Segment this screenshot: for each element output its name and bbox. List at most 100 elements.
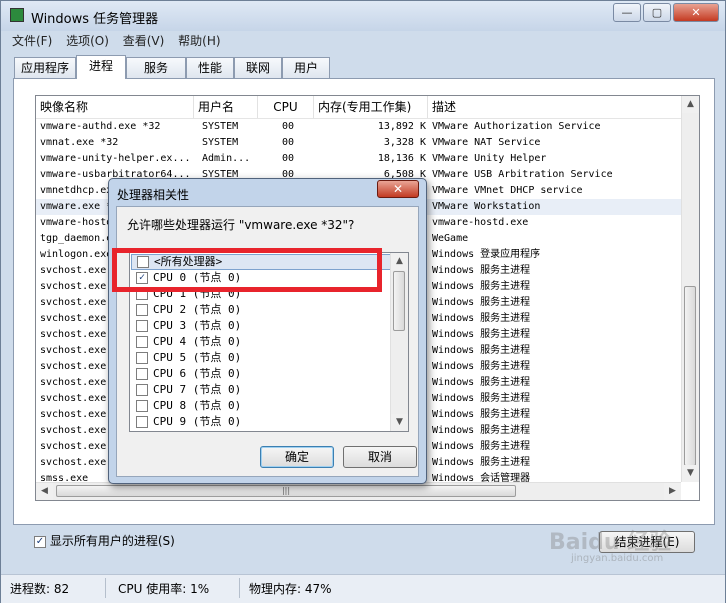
processor-item[interactable]: CPU 5 (节点 0)	[136, 350, 241, 366]
cell-description: VMware USB Arbitration Service	[432, 169, 613, 180]
cell-description: VMware VMnet DHCP service	[432, 185, 583, 196]
tab-users[interactable]: 用户	[282, 57, 330, 78]
red-highlight-box	[112, 248, 382, 292]
minimize-button[interactable]: —	[613, 3, 641, 22]
processor-item[interactable]: CPU 3 (节点 0)	[136, 318, 241, 334]
column-description[interactable]: 描述	[428, 96, 681, 118]
scroll-down-icon[interactable]: ▼	[391, 414, 408, 431]
cell-user-name: Admin...	[202, 153, 251, 164]
checkbox-unchecked-icon[interactable]	[136, 384, 148, 396]
tab-processes[interactable]: 进程	[76, 55, 126, 79]
processor-list-scrollbar[interactable]: ▲ ▼	[390, 253, 408, 431]
cell-description: Windows 服务主进程	[432, 281, 531, 292]
cancel-button[interactable]: 取消	[343, 446, 417, 468]
task-manager-icon	[10, 8, 24, 22]
table-row[interactable]: vmware-unity-helper.ex... Admin... 00 18,13…	[36, 151, 681, 167]
cell-memory: 3,328 K	[383, 137, 426, 148]
scroll-right-icon[interactable]: ▶	[664, 483, 681, 500]
processor-label: CPU 6 (节点 0)	[153, 367, 242, 380]
show-all-users-label: 显示所有用户的进程(S)	[49, 534, 175, 548]
cell-description: Windows 服务主进程	[432, 409, 531, 420]
menu-options[interactable]: 选项(O)	[61, 31, 114, 50]
cell-description: Windows 服务主进程	[432, 345, 531, 356]
vertical-scroll-thumb[interactable]	[684, 286, 696, 466]
processor-label: CPU 7 (节点 0)	[153, 383, 242, 396]
processor-item[interactable]: CPU 9 (节点 0)	[136, 414, 241, 430]
show-all-users-checkbox[interactable]: ✓ 显示所有用户的进程(S)	[34, 532, 175, 549]
cell-image-name: vmware-unity-helper.ex...	[40, 153, 190, 164]
processor-label: CPU 5 (节点 0)	[153, 351, 242, 364]
column-user-name[interactable]: 用户名	[194, 96, 258, 118]
processor-item[interactable]: CPU 6 (节点 0)	[136, 366, 241, 382]
processor-label: CPU 9 (节点 0)	[153, 415, 242, 428]
checkbox-unchecked-icon[interactable]	[136, 368, 148, 380]
cell-user-name: SYSTEM	[202, 121, 239, 132]
process-list-header: 映像名称 用户名 CPU 内存(专用工作集) 描述	[36, 96, 699, 119]
table-row[interactable]: vmnat.exe *32 SYSTEM 00 3,328 K VMware NAT S…	[36, 135, 681, 151]
cell-description: Windows 服务主进程	[432, 313, 531, 324]
cell-description: VMware Workstation	[432, 201, 541, 212]
processor-item[interactable]: CPU 7 (节点 0)	[136, 382, 241, 398]
baidu-watermark: Baidu 经验	[549, 524, 671, 556]
menu-file[interactable]: 文件(F)	[7, 31, 57, 50]
column-image-name[interactable]: 映像名称	[36, 96, 194, 118]
process-list-vertical-scrollbar[interactable]: ▲ ▼	[681, 96, 699, 482]
status-process-count: 进程数: 82	[10, 582, 70, 596]
processor-label: CPU 8 (节点 0)	[153, 399, 242, 412]
status-separator	[105, 578, 106, 598]
menu-view[interactable]: 查看(V)	[118, 31, 170, 50]
cell-description: Windows 服务主进程	[432, 457, 531, 468]
checkbox-unchecked-icon[interactable]	[136, 304, 148, 316]
watermark-url: jingyan.baidu.com	[571, 553, 664, 564]
processor-label: CPU 4 (节点 0)	[153, 335, 242, 348]
processor-label: CPU 3 (节点 0)	[153, 319, 242, 332]
checkbox-unchecked-icon[interactable]	[136, 352, 148, 364]
processor-item[interactable]: CPU 4 (节点 0)	[136, 334, 241, 350]
table-row[interactable]: vmware-authd.exe *32 SYSTEM 00 13,892 K VMwa…	[36, 119, 681, 135]
column-cpu[interactable]: CPU	[258, 96, 314, 118]
title-bar[interactable]: Windows 任务管理器 — ▢ ✕	[1, 1, 725, 31]
cell-description: Windows 服务主进程	[432, 441, 531, 452]
checkbox-unchecked-icon[interactable]	[136, 336, 148, 348]
processor-scroll-thumb[interactable]	[393, 271, 405, 331]
scroll-down-icon[interactable]: ▼	[682, 465, 699, 482]
cell-cpu: 00	[282, 121, 295, 132]
checkbox-unchecked-icon[interactable]	[136, 416, 148, 428]
cell-description: Windows 服务主进程	[432, 393, 531, 404]
scroll-up-icon[interactable]: ▲	[682, 96, 699, 113]
process-list-horizontal-scrollbar[interactable]: ◀ ||| ▶	[36, 482, 681, 500]
column-memory[interactable]: 内存(专用工作集)	[314, 96, 428, 118]
cell-description: Windows 服务主进程	[432, 265, 531, 276]
status-bar: 进程数: 82 CPU 使用率: 1% 物理内存: 47%	[1, 574, 725, 603]
cell-description: Windows 服务主进程	[432, 425, 531, 436]
cell-user-name: SYSTEM	[202, 137, 239, 148]
checkbox-checked-icon[interactable]: ✓	[34, 535, 46, 548]
maximize-button[interactable]: ▢	[643, 3, 671, 22]
tab-services[interactable]: 服务	[126, 57, 186, 78]
tab-performance[interactable]: 性能	[186, 57, 234, 78]
processor-item[interactable]: CPU 2 (节点 0)	[136, 302, 241, 318]
cell-cpu: 00	[282, 153, 295, 164]
dialog-title: 处理器相关性	[117, 188, 190, 202]
dialog-body: 允许哪些处理器运行 "vmware.exe *32"? CPU 9 (节点 0)…	[116, 206, 419, 477]
processor-item[interactable]: CPU 8 (节点 0)	[136, 398, 241, 414]
close-button[interactable]: ✕	[673, 3, 719, 22]
scroll-up-icon[interactable]: ▲	[391, 253, 408, 270]
scroll-left-icon[interactable]: ◀	[36, 483, 53, 500]
horizontal-scroll-thumb[interactable]: |||	[56, 485, 516, 497]
checkbox-unchecked-icon[interactable]	[136, 320, 148, 332]
cell-description: Windows 登录应用程序	[432, 249, 541, 260]
tab-applications[interactable]: 应用程序	[14, 57, 76, 78]
cell-image-name: vmnat.exe *32	[40, 137, 119, 148]
tab-networking[interactable]: 联网	[234, 57, 282, 78]
watermark-text: Baidu 经验	[549, 530, 672, 555]
cell-description: VMware NAT Service	[432, 137, 541, 148]
menu-help[interactable]: 帮助(H)	[173, 31, 225, 50]
cell-description: VMware Unity Helper	[432, 153, 547, 164]
dialog-close-button[interactable]: ✕	[377, 180, 419, 198]
dialog-prompt: 允许哪些处理器运行 "vmware.exe *32"?	[127, 218, 355, 232]
ok-button[interactable]: 确定	[260, 446, 334, 468]
cell-image-name: vmware-authd.exe *32	[40, 121, 161, 132]
checkbox-unchecked-icon[interactable]	[136, 400, 148, 412]
cell-description: Windows 服务主进程	[432, 297, 531, 308]
